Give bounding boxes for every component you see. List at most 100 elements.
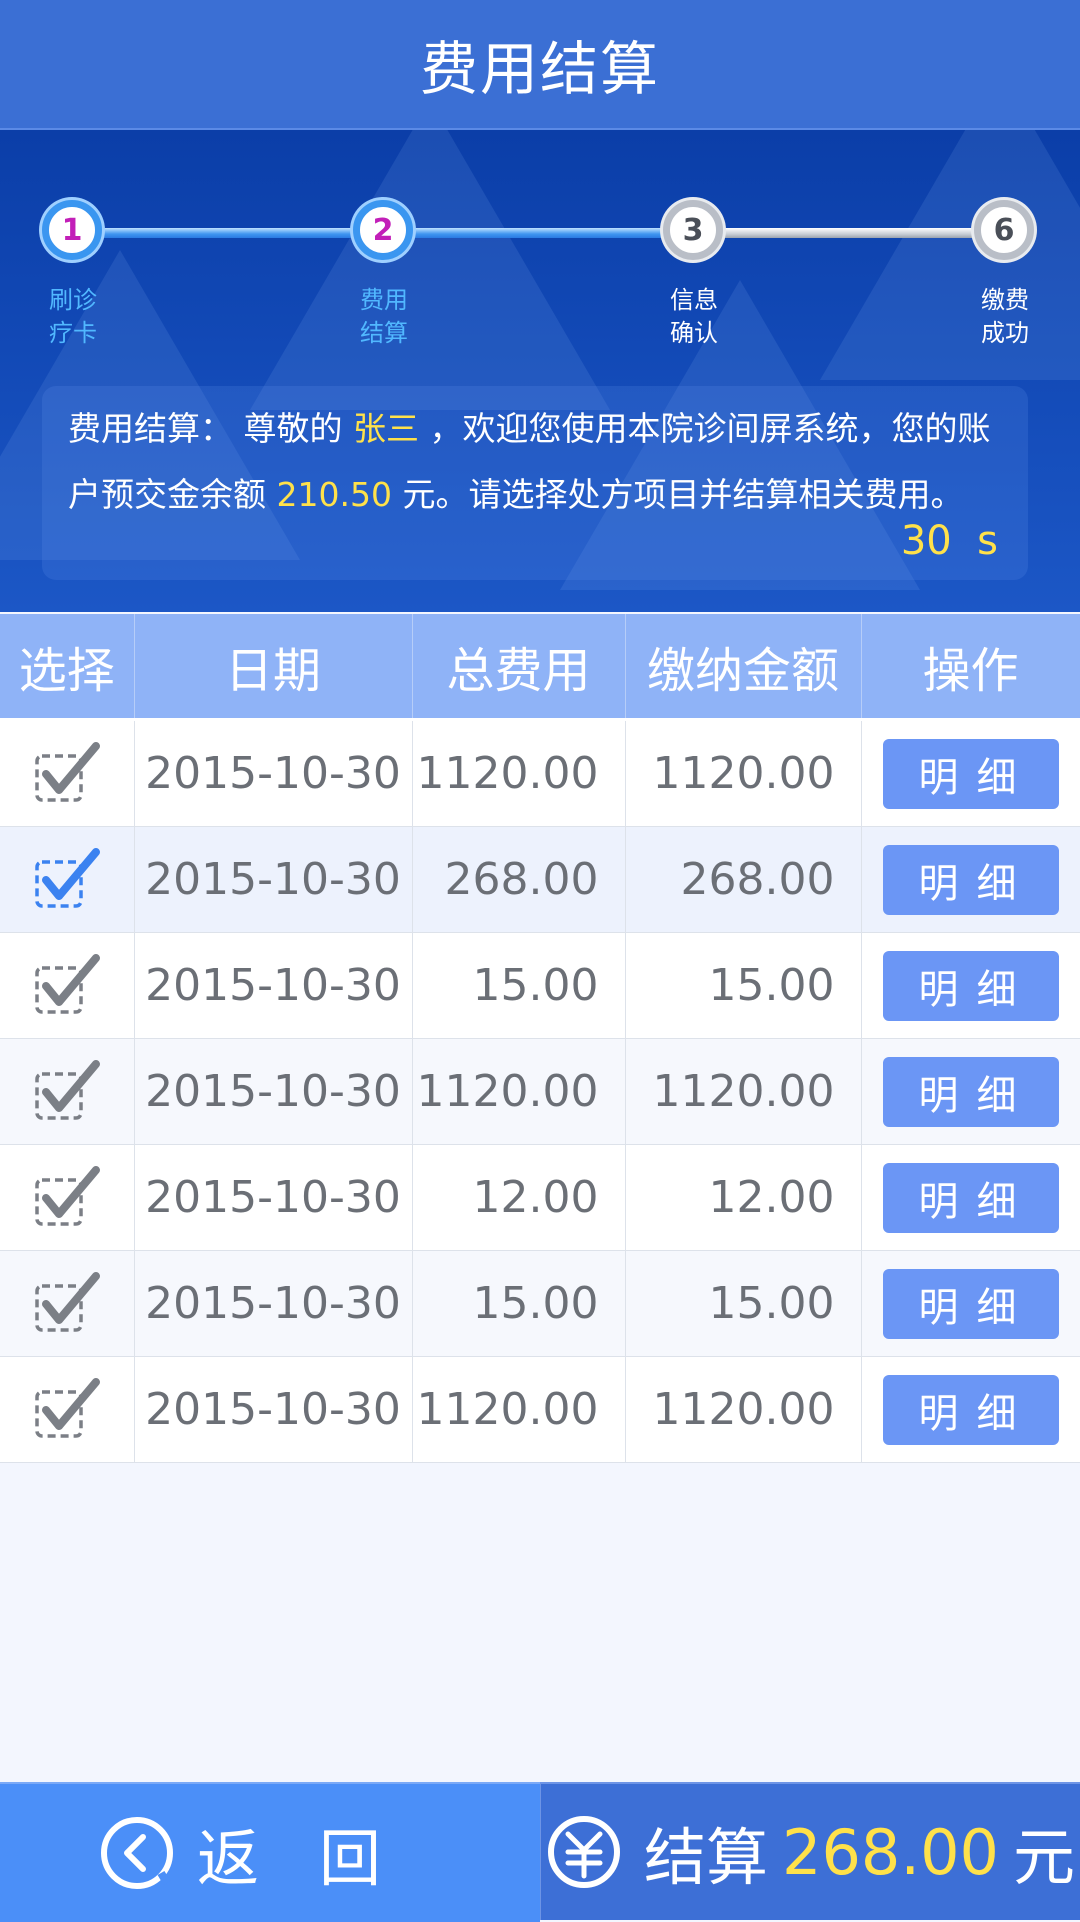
step-4-circle: 6 <box>974 200 1034 260</box>
table-row: 2015-10-30 1120.00 1120.00 明细 <box>0 1356 1080 1463</box>
table-row: 2015-10-30 12.00 12.00 明细 <box>0 1144 1080 1251</box>
step-connector-todo <box>692 228 1008 238</box>
bottom-action-bar: 返回 结算 268.00 元 <box>0 1782 1080 1922</box>
total-cell: 15.00 <box>412 1250 626 1357</box>
select-cell <box>0 1356 135 1463</box>
detail-button[interactable]: 明细 <box>882 1268 1059 1339</box>
checkout-label: 结算 <box>644 1821 769 1894</box>
step-label-line: 刷诊 <box>49 286 97 314</box>
select-cell <box>0 1250 135 1357</box>
step-2-circle: 2 <box>353 200 413 260</box>
action-cell: 明细 <box>861 1038 1080 1145</box>
back-button-label: 返回 <box>196 1822 441 1895</box>
step-3-label: 信息 确认 <box>659 284 729 350</box>
select-cell <box>0 719 135 827</box>
welcome-message: 费用结算： 尊敬的 张三 ，欢迎您使用本院诊间屏系统，您的账户预交金余额 210… <box>68 396 1008 528</box>
checkout-button[interactable]: 结算 268.00 元 <box>540 1782 1080 1920</box>
total-cell: 268.00 <box>412 826 626 933</box>
detail-button[interactable]: 明细 <box>882 738 1059 809</box>
welcome-message-box: 费用结算： 尊敬的 张三 ，欢迎您使用本院诊间屏系统，您的账户预交金余额 210… <box>42 386 1028 580</box>
fee-table: 选择 日期 总费用 缴纳金额 操作 2015-10-30 1120.00 1120.… <box>0 614 1080 1463</box>
checkbox-check-icon[interactable] <box>32 1271 102 1336</box>
paid-cell: 15.00 <box>625 932 862 1039</box>
account-balance: 210.50 <box>276 475 392 514</box>
detail-button[interactable]: 明细 <box>882 1374 1059 1445</box>
total-cell: 1120.00 <box>412 1038 626 1145</box>
date-cell: 2015-10-30 <box>134 932 413 1039</box>
checkout-unit: 元 <box>1012 1821 1075 1894</box>
select-cell <box>0 1144 135 1251</box>
date-cell: 2015-10-30 <box>134 1144 413 1251</box>
table-row: 2015-10-30 268.00 268.00 明细 <box>0 826 1080 933</box>
checkbox-check-icon[interactable] <box>32 847 102 912</box>
total-cell: 1120.00 <box>412 719 626 827</box>
progress-steps: 1 2 3 6 刷诊 疗卡 费用 结算 信息 确认 缴费 成功 <box>0 130 1080 370</box>
message-prefix: 费用结算： 尊敬的 <box>68 409 353 448</box>
paid-cell: 15.00 <box>625 1250 862 1357</box>
chevron-left-circle-icon <box>100 1817 173 1889</box>
step-label-line: 疗卡 <box>49 319 97 347</box>
step-label-line: 缴费 <box>981 286 1029 314</box>
table-row: 2015-10-30 1120.00 1120.00 明细 <box>0 1038 1080 1145</box>
action-cell: 明细 <box>861 826 1080 933</box>
step-label-line: 确认 <box>670 319 718 347</box>
table-header-row: 选择 日期 总费用 缴纳金额 操作 <box>0 614 1080 721</box>
step-connector-done <box>72 228 388 238</box>
detail-button[interactable]: 明细 <box>882 844 1059 915</box>
page-title: 费用结算 <box>419 35 660 103</box>
date-cell: 2015-10-30 <box>134 1250 413 1357</box>
step-3-circle: 3 <box>663 200 723 260</box>
total-cell: 1120.00 <box>412 1356 626 1463</box>
step-label-line: 信息 <box>670 286 718 314</box>
checkbox-check-icon[interactable] <box>32 1377 102 1442</box>
total-cell: 12.00 <box>412 1144 626 1251</box>
column-header-action: 操作 <box>861 614 1080 721</box>
date-cell: 2015-10-30 <box>134 719 413 827</box>
checkbox-check-icon[interactable] <box>32 1059 102 1124</box>
countdown-timer: 30 s <box>900 518 998 564</box>
step-2-label: 费用 结算 <box>349 284 419 350</box>
detail-button[interactable]: 明细 <box>882 1162 1059 1233</box>
message-suffix: 元。请选择处方项目并结算相关费用。 <box>391 475 964 514</box>
fee-table-body: 2015-10-30 1120.00 1120.00 明细 2015-10-30 268.… <box>0 719 1080 1463</box>
step-label-line: 成功 <box>981 319 1029 347</box>
column-header-paid: 缴纳金额 <box>625 614 862 721</box>
page-header: 费用结算 <box>0 0 1080 130</box>
checkbox-check-icon[interactable] <box>32 741 102 806</box>
paid-cell: 1120.00 <box>625 1356 862 1463</box>
action-cell: 明细 <box>861 932 1080 1039</box>
step-4-label: 缴费 成功 <box>970 284 1040 350</box>
paid-cell: 268.00 <box>625 826 862 933</box>
column-header-date: 日期 <box>134 614 413 721</box>
step-label-line: 费用 <box>360 286 408 314</box>
select-cell <box>0 932 135 1039</box>
select-cell <box>0 1038 135 1145</box>
paid-cell: 1120.00 <box>625 1038 862 1145</box>
date-cell: 2015-10-30 <box>134 1038 413 1145</box>
checkbox-check-icon[interactable] <box>32 1165 102 1230</box>
action-cell: 明细 <box>861 719 1080 827</box>
action-cell: 明细 <box>861 1356 1080 1463</box>
detail-button[interactable]: 明细 <box>882 1056 1059 1127</box>
step-connector-done <box>384 228 696 238</box>
date-cell: 2015-10-30 <box>134 1356 413 1463</box>
action-cell: 明细 <box>861 1144 1080 1251</box>
checkbox-check-icon[interactable] <box>32 953 102 1018</box>
select-cell <box>0 826 135 933</box>
detail-button[interactable]: 明细 <box>882 950 1059 1021</box>
action-cell: 明细 <box>861 1250 1080 1357</box>
step-1-label: 刷诊 疗卡 <box>38 284 108 350</box>
column-header-select: 选择 <box>0 614 135 721</box>
paid-cell: 1120.00 <box>625 719 862 827</box>
step-label-line: 结算 <box>360 319 408 347</box>
total-cell: 15.00 <box>412 932 626 1039</box>
date-cell: 2015-10-30 <box>134 826 413 933</box>
column-header-total: 总费用 <box>412 614 626 721</box>
checkout-amount: 268.00 <box>782 1815 999 1889</box>
step-1-circle: 1 <box>42 200 102 260</box>
yuan-circle-icon <box>548 1816 620 1888</box>
table-row: 2015-10-30 1120.00 1120.00 明细 <box>0 719 1080 827</box>
back-button[interactable]: 返回 <box>0 1782 540 1922</box>
hero-panel: 1 2 3 6 刷诊 疗卡 费用 结算 信息 确认 缴费 成功 费用结算： 尊敬… <box>0 130 1080 612</box>
patient-name: 张三 <box>352 409 419 448</box>
